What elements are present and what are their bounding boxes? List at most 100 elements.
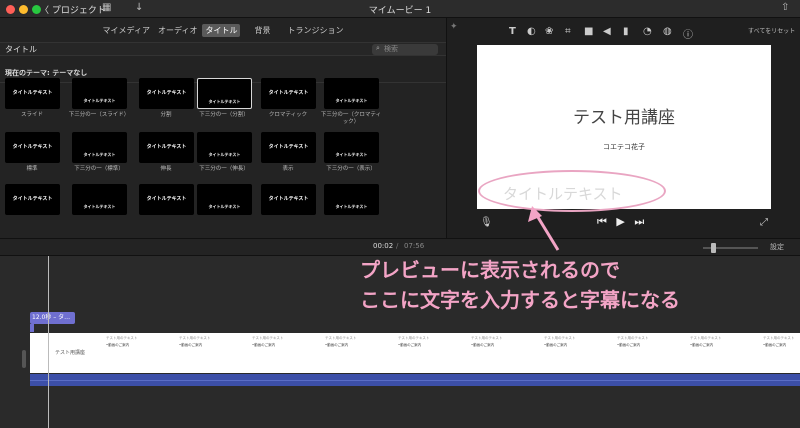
title-style-caption: スライド (20, 112, 43, 118)
fullscreen-icon[interactable]: ⤢ (760, 217, 768, 228)
title-style-caption: 下三分の一（表示） (326, 166, 376, 172)
noise-filter-icon[interactable]: ◍ (663, 26, 672, 37)
frame-subtitle-text: •動画のご案内 (252, 343, 276, 347)
media-browser: マイメディア オーディオ タイトル 背景 トランジション タイトル 検索 ⌕ 現在のテー… (0, 18, 446, 238)
zoom-slider-handle[interactable] (711, 243, 716, 253)
tab-audio[interactable]: オーディオ (155, 24, 200, 37)
title-style-thumbnail[interactable]: タイトルテキスト (5, 78, 60, 109)
thumbnail-title-text: タイトルテキスト (208, 152, 241, 157)
thumbnail-title-text: タイトルテキスト (12, 90, 53, 96)
thumbnail-title-text: タイトルテキスト (208, 204, 241, 209)
preview-title-text: テスト用講座 (573, 108, 675, 128)
skip-forward-icon[interactable]: ⏭︎ (634, 215, 644, 228)
microphone-icon[interactable]: 🎙︎ (480, 217, 493, 228)
tab-backgrounds[interactable]: 背景 (251, 24, 273, 37)
preview-subtitle-text: コエテコ花子 (603, 143, 645, 151)
crop-icon[interactable]: ⌗ (565, 26, 571, 37)
thumbnail-title-text: タイトルテキスト (335, 98, 368, 103)
stabilization-camera-icon[interactable]: ■ (584, 26, 593, 37)
thumbnail-title-text: タイトルテキスト (12, 196, 53, 202)
skip-back-icon[interactable]: ⏮︎ (597, 215, 607, 228)
timeline-scroll-handle[interactable] (22, 350, 26, 368)
title-style-thumbnail[interactable]: タイトルテキスト (5, 132, 60, 163)
title-style-thumbnail[interactable]: タイトルテキスト (5, 184, 60, 215)
frame-title-text: テスト用のテキスト (690, 336, 722, 340)
thumbnail-title-text: タイトルテキスト (268, 90, 309, 96)
thumbnail-title-text: タイトルテキスト (83, 98, 116, 103)
text-tool-icon[interactable]: T (509, 26, 516, 37)
title-style-thumbnail[interactable]: タイトルテキスト (261, 132, 316, 163)
thumbnail-title-text: タイトルテキスト (83, 204, 116, 209)
title-style-caption: 標準 (26, 166, 38, 172)
thumbnail-title-text: タイトルテキスト (335, 152, 368, 157)
thumbnail-title-text: タイトルテキスト (208, 99, 241, 104)
title-style-thumbnail[interactable]: タイトルテキスト (139, 78, 194, 109)
info-icon[interactable]: ⓘ (683, 26, 693, 41)
annotation-line-1: プレビューに表示されるので (360, 258, 620, 282)
thumbnail-title-text: タイトルテキスト (83, 152, 116, 157)
title-style-thumbnail[interactable]: タイトルテキスト (72, 78, 127, 109)
reset-all-button[interactable]: すべてをリセット (748, 26, 795, 35)
title-style-thumbnail[interactable]: タイトルテキスト (72, 132, 127, 163)
title-style-thumbnail[interactable]: タイトルテキスト (324, 132, 379, 163)
play-icon[interactable]: ▶ (616, 215, 624, 228)
highlight-ellipse (478, 170, 666, 212)
frame-subtitle-text: •動画のご案内 (106, 343, 130, 347)
playhead[interactable] (48, 256, 49, 428)
thumbnail-title-text: タイトルテキスト (146, 144, 187, 150)
title-style-thumbnail[interactable]: タイトルテキスト (72, 184, 127, 215)
title-style-thumbnail[interactable]: タイトルテキスト (324, 78, 379, 109)
title-clip[interactable]: 12.0秒 – タ… (30, 312, 75, 324)
search-input[interactable]: 検索 (372, 44, 438, 55)
title-style-caption: 伸長 (160, 166, 172, 172)
title-style-caption: 表示 (282, 166, 294, 172)
frame-title-text: テスト用のテキスト (106, 336, 138, 340)
title-style-thumbnail[interactable]: タイトルテキスト (261, 78, 316, 109)
current-timecode: 00:02 (373, 242, 394, 250)
window-title: マイムービー 1 (368, 6, 432, 16)
media-library-icon[interactable]: ▦ (102, 2, 111, 13)
settings-button[interactable]: 設定 (770, 242, 784, 252)
section-label: タイトル (5, 45, 37, 54)
title-style-thumbnail[interactable]: タイトルテキスト (197, 184, 252, 215)
speed-icon[interactable]: ◔ (643, 26, 652, 37)
video-clip[interactable]: テスト用講座 テスト用のテキスト •動画のご案内 テスト用のテキスト •動画のご案内 テ… (30, 333, 800, 373)
share-icon[interactable]: ⇧ (781, 2, 789, 13)
title-style-thumbnail[interactable]: タイトルテキスト (139, 132, 194, 163)
thumbnail-title-text: タイトルテキスト (146, 196, 187, 202)
title-style-caption: 分割 (160, 112, 172, 118)
magic-wand-icon[interactable]: ✦ (450, 22, 458, 32)
frame-title-text: テスト用のテキスト (763, 336, 795, 340)
color-correction-icon[interactable]: ❀ (545, 26, 553, 37)
title-style-caption: 下三分の一（伸長） (199, 166, 249, 172)
import-down-arrow-icon[interactable]: ↓ (135, 2, 143, 13)
frame-subtitle-text: •動画のご案内 (690, 343, 714, 347)
volume-icon[interactable]: ◀ (603, 26, 611, 37)
color-balance-icon[interactable]: ◐ (527, 26, 536, 37)
frame-subtitle-text: •動画のご案内 (325, 343, 349, 347)
frame-subtitle-text: •動画のご案内 (398, 343, 422, 347)
video-clip-label: テスト用講座 (55, 350, 86, 356)
title-style-caption: クロマティック (268, 112, 308, 118)
frame-title-text: テスト用のテキスト (617, 336, 649, 340)
tab-titles[interactable]: タイトル (202, 24, 241, 37)
annotation-line-2: ここに文字を入力すると字幕になる (360, 288, 680, 312)
title-style-thumbnail[interactable]: タイトルテキスト (197, 132, 252, 163)
tab-my-media[interactable]: マイメディア (100, 24, 153, 37)
timecode-separator: / (396, 242, 399, 250)
title-clip-handle[interactable] (30, 324, 34, 332)
frame-title-text: テスト用のテキスト (544, 336, 576, 340)
frame-subtitle-text: •動画のご案内 (763, 343, 787, 347)
frame-title-text: テスト用のテキスト (179, 336, 211, 340)
title-style-thumbnail[interactable]: タイトルテキスト (324, 184, 379, 215)
title-style-thumbnail[interactable]: タイトルテキスト (197, 78, 252, 109)
search-icon: ⌕ (376, 44, 380, 52)
title-style-thumbnail[interactable]: タイトルテキスト (261, 184, 316, 215)
tab-transitions[interactable]: トランジション (284, 24, 346, 37)
section-header: タイトル 検索 ⌕ (0, 42, 446, 56)
current-theme-label: 現在のテーマ: テーマなし (5, 69, 88, 77)
thumbnail-title-text: タイトルテキスト (12, 144, 53, 150)
equalizer-icon[interactable]: ▮ (623, 26, 629, 37)
title-style-thumbnail[interactable]: タイトルテキスト (139, 184, 194, 215)
total-timecode: 07:56 (404, 242, 425, 250)
